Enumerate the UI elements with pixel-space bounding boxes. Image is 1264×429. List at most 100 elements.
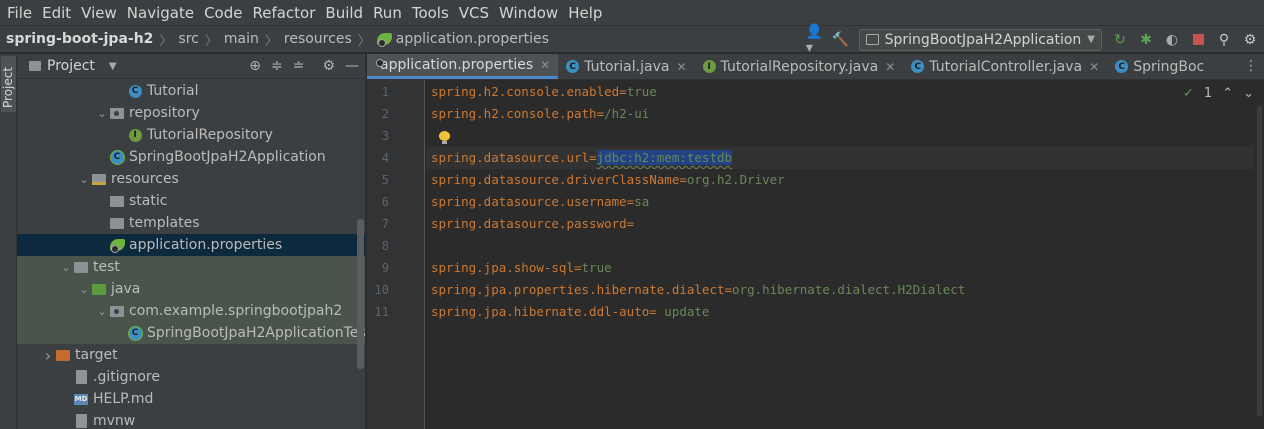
spring-properties-icon xyxy=(109,237,125,253)
spring-class-icon: C xyxy=(109,149,125,165)
tree-item[interactable]: mvnw xyxy=(17,410,365,429)
lightbulb-icon[interactable] xyxy=(439,131,450,144)
chevron-down-icon[interactable]: ⌄ xyxy=(1243,86,1254,101)
inspection-widget[interactable]: ✓ 1 ⌃ ⌄ xyxy=(1183,86,1254,101)
menu-item-build[interactable]: Build xyxy=(320,4,368,22)
editor-tab-label: TutorialController.java xyxy=(929,58,1083,75)
coverage-icon[interactable]: ◐ xyxy=(1164,32,1180,48)
tree-item-label: application.properties xyxy=(129,237,283,253)
user-icon[interactable]: 👤▾ xyxy=(806,24,823,56)
line-number: 1 xyxy=(381,85,389,99)
close-icon[interactable]: ✕ xyxy=(540,58,550,72)
resources-folder-icon xyxy=(91,171,107,187)
rerun-icon[interactable]: ↻ xyxy=(1112,32,1128,48)
chevron-down-icon: ▼ xyxy=(1087,34,1095,45)
editor-tab[interactable]: C Tutorial.java ✕ xyxy=(558,54,694,79)
editor-tab[interactable]: I TutorialRepository.java ✕ xyxy=(695,54,904,79)
markdown-icon: MD xyxy=(74,393,88,405)
close-icon[interactable]: ✕ xyxy=(676,60,686,74)
project-panel-title[interactable]: Project xyxy=(47,58,95,74)
editor-tab[interactable]: application.properties ✕ xyxy=(367,54,559,79)
property-key: spring.h2.console.path xyxy=(431,106,597,121)
breadcrumb-item[interactable]: src xyxy=(178,31,198,47)
collapse-all-icon[interactable]: ≐ xyxy=(293,58,305,74)
chevron-right-icon[interactable]: › xyxy=(41,346,55,365)
tree-item[interactable]: C Tutorial xyxy=(17,80,365,102)
close-icon[interactable]: ✕ xyxy=(885,60,895,74)
tree-item-label: repository xyxy=(129,105,200,121)
code-line: spring.jpa.hibernate.ddl-auto= update xyxy=(431,301,709,323)
excluded-folder-icon xyxy=(55,347,71,363)
breadcrumb-item[interactable]: resources xyxy=(284,31,352,47)
menu-item-navigate[interactable]: Navigate xyxy=(122,4,199,22)
breadcrumb-item[interactable]: application.properties xyxy=(396,31,549,47)
menu-item-help[interactable]: Help xyxy=(563,4,607,22)
run-configuration-select[interactable]: SpringBootJpaH2Application ▼ xyxy=(858,28,1102,51)
tree-item[interactable]: C SpringBootJpaH2ApplicationTes xyxy=(17,322,365,344)
tree-item[interactable]: .gitignore xyxy=(17,366,365,388)
menu-item-file[interactable]: File xyxy=(2,4,37,22)
search-icon[interactable]: ⚲ xyxy=(1216,32,1232,48)
tree-item[interactable]: MD HELP.md xyxy=(17,388,365,410)
editor-tab-label: application.properties xyxy=(380,57,534,73)
chevron-down-icon[interactable]: ⌄ xyxy=(77,173,91,186)
menu-item-vcs[interactable]: VCS xyxy=(454,4,494,22)
close-icon[interactable]: ✕ xyxy=(1089,60,1099,74)
menu-item-tools[interactable]: Tools xyxy=(407,4,454,22)
tree-item[interactable]: static xyxy=(17,190,365,212)
tree-item[interactable]: ⌄ com.example.springbootjpah2 xyxy=(17,300,365,322)
line-number: 6 xyxy=(381,195,389,209)
toolbar: 👤▾ 🔨 SpringBootJpaH2Application ▼ ↻ ✱ ◐ … xyxy=(806,24,1258,56)
code-line: spring.h2.console.path=/h2-ui xyxy=(431,103,649,125)
tree-item[interactable]: I TutorialRepository xyxy=(17,124,365,146)
tree-item[interactable]: ⌄ repository xyxy=(17,102,365,124)
test-folder-icon xyxy=(91,281,107,297)
editor-scroll-thumb[interactable] xyxy=(1257,106,1262,416)
menu-item-code[interactable]: Code xyxy=(199,4,247,22)
debug-icon[interactable]: ✱ xyxy=(1138,32,1154,48)
tree-item[interactable]: templates xyxy=(17,212,365,234)
chevron-down-icon[interactable]: ⌄ xyxy=(77,283,91,296)
tree-item[interactable]: application.properties xyxy=(17,234,365,256)
breadcrumb-item[interactable]: main xyxy=(224,31,259,47)
hammer-build-icon[interactable]: 🔨 xyxy=(832,32,849,48)
project-tool-window-button[interactable]: Project xyxy=(1,56,16,112)
code-line: spring.datasource.password= xyxy=(431,213,634,235)
code-editor[interactable]: ✓ 1 ⌃ ⌄ spring.h2.console.enabled=true sp… xyxy=(426,80,1264,429)
tree-item[interactable]: › target xyxy=(17,344,365,366)
chevron-down-icon[interactable]: ▼ xyxy=(109,61,117,72)
settings-gear-icon[interactable]: ⚙ xyxy=(322,58,335,74)
folder-icon xyxy=(109,193,125,209)
settings-gear-icon[interactable]: ⚙ xyxy=(1242,32,1258,48)
property-separator: = xyxy=(679,172,687,187)
expand-all-icon[interactable]: ≑ xyxy=(271,58,283,74)
hide-icon[interactable]: — xyxy=(345,58,359,74)
menu-item-view[interactable]: View xyxy=(76,4,122,22)
editor-scrollbar[interactable] xyxy=(1254,80,1264,429)
menu-item-edit[interactable]: Edit xyxy=(37,4,76,22)
project-scrollbar[interactable] xyxy=(356,79,365,429)
tree-item[interactable]: C SpringBootJpaH2Application xyxy=(17,146,365,168)
menu-item-refactor[interactable]: Refactor xyxy=(247,4,320,22)
chevron-down-icon[interactable]: ⌄ xyxy=(59,261,73,274)
menu-item-window[interactable]: Window xyxy=(494,4,563,22)
tree-item-label: SpringBootJpaH2Application xyxy=(129,149,326,165)
tree-item[interactable]: ⌄ java xyxy=(17,278,365,300)
chevron-up-icon[interactable]: ⌃ xyxy=(1222,86,1233,101)
project-scroll-thumb[interactable] xyxy=(357,219,364,369)
line-number: 3 xyxy=(381,129,389,143)
breadcrumb-separator-icon: 〉 xyxy=(204,33,218,49)
folder-icon xyxy=(73,259,89,275)
property-key: spring.datasource.password xyxy=(431,216,627,231)
chevron-down-icon[interactable]: ⌄ xyxy=(95,107,109,120)
tree-item[interactable]: ⌄ resources xyxy=(17,168,365,190)
stop-icon[interactable] xyxy=(1190,32,1206,48)
menu-item-run[interactable]: Run xyxy=(368,4,407,22)
chevron-down-icon[interactable]: ⌄ xyxy=(95,305,109,318)
more-tabs-icon[interactable]: ⋮ xyxy=(1244,58,1258,74)
editor-tab[interactable]: C SpringBoc xyxy=(1107,54,1212,79)
editor-tab[interactable]: C TutorialController.java ✕ xyxy=(903,54,1107,79)
locate-icon[interactable]: ⊕ xyxy=(249,58,261,74)
breadcrumb-item[interactable]: spring-boot-jpa-h2 xyxy=(6,31,153,47)
tree-item[interactable]: ⌄ test xyxy=(17,256,365,278)
